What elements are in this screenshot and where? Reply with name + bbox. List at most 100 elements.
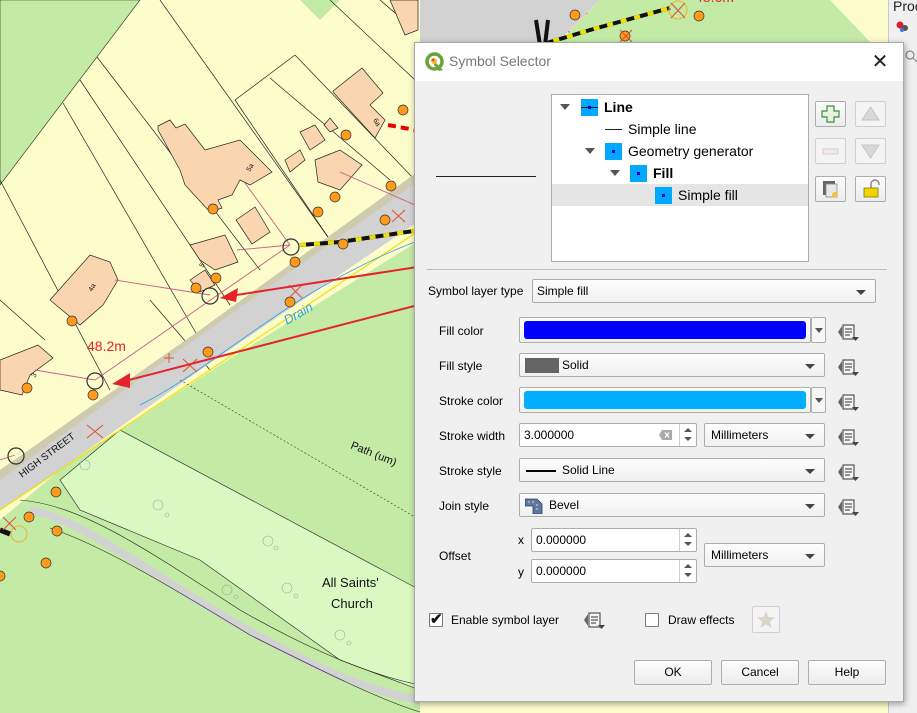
stroke-style-value: Solid Line <box>562 463 615 477</box>
stroke-width-value: 3.000000 <box>524 428 575 442</box>
data-defined-override-icon[interactable] <box>835 356 861 378</box>
offset-unit-select[interactable]: Millimeters <box>704 543 825 567</box>
tree-item-line[interactable]: Line <box>552 96 808 118</box>
tree-item-simple-fill[interactable]: Simple fill <box>552 184 808 206</box>
chevron-down-icon <box>815 328 823 333</box>
checkmark-icon: ✔ <box>430 611 443 628</box>
join-style-label: Join style <box>439 499 490 513</box>
lock-color-button[interactable] <box>855 176 886 202</box>
distance-label-top: 48.6m <box>695 0 734 5</box>
offset-x-value: 0.000000 <box>536 533 587 547</box>
move-down-button[interactable] <box>855 138 886 164</box>
data-defined-override-icon[interactable] <box>581 609 607 631</box>
spin-buttons[interactable] <box>679 529 696 551</box>
draw-effects-label[interactable]: Draw effects <box>668 613 734 627</box>
fill-color-menu-button[interactable] <box>811 317 826 343</box>
simple-fill-icon <box>655 187 672 204</box>
spin-down-icon[interactable] <box>684 437 692 441</box>
data-defined-override-icon[interactable] <box>835 391 861 413</box>
fill-symbol-icon <box>630 165 647 182</box>
arrow-down-icon <box>861 144 880 159</box>
spin-up-icon[interactable] <box>684 428 692 432</box>
processing-gear-icon[interactable] <box>895 20 909 32</box>
enable-symbol-layer-checkbox[interactable]: ✔ <box>429 611 443 628</box>
arrow-up-icon <box>861 106 880 121</box>
tree-item-label: Simple fill <box>678 187 738 203</box>
cancel-button[interactable]: Cancel <box>721 660 799 685</box>
tree-item-label: Line <box>604 99 633 115</box>
offset-unit-value: Millimeters <box>711 548 769 562</box>
join-style-value: Bevel <box>549 498 580 512</box>
join-style-select[interactable]: Bevel <box>519 493 825 517</box>
dialog-titlebar[interactable]: Symbol Selector ✕ <box>415 43 903 81</box>
chevron-down-icon <box>805 554 815 559</box>
duplicate-icon <box>823 181 838 198</box>
data-defined-override-icon[interactable] <box>835 461 861 483</box>
fill-style-swatch <box>525 358 559 373</box>
enable-symbol-layer-label[interactable]: Enable symbol layer <box>451 613 559 627</box>
expand-arrow-icon[interactable] <box>610 170 620 176</box>
tree-item-geometry-generator[interactable]: Geometry generator <box>552 140 808 162</box>
chevron-down-icon <box>805 364 815 369</box>
symbol-layer-type-select[interactable]: Simple fill <box>532 279 876 303</box>
symbol-layer-tree[interactable]: Line Simple line Geometry generator Fill… <box>551 94 809 262</box>
distance-label: 48.2m <box>87 338 126 354</box>
stroke-width-unit-value: Millimeters <box>711 428 769 442</box>
stroke-width-input[interactable]: 3.000000 <box>519 423 697 447</box>
stroke-width-unit-select[interactable]: Millimeters <box>704 423 825 447</box>
tree-item-label: Fill <box>653 165 674 181</box>
stroke-color-menu-button[interactable] <box>811 387 826 413</box>
draw-effects-checkbox[interactable] <box>645 613 659 627</box>
stroke-color-label: Stroke color <box>439 394 504 408</box>
tree-item-fill[interactable]: Fill <box>552 162 808 184</box>
stroke-color-button[interactable] <box>519 387 811 413</box>
offset-x-label: x <box>518 533 524 547</box>
stroke-color-swatch <box>524 391 806 409</box>
data-defined-override-icon[interactable] <box>835 496 861 518</box>
fill-color-button[interactable] <box>519 317 811 343</box>
qgis-logo-icon <box>425 52 444 71</box>
close-icon: ✕ <box>871 51 889 73</box>
tree-item-simple-line[interactable]: Simple line <box>552 118 808 140</box>
simple-line-icon <box>605 129 622 130</box>
stroke-style-label: Stroke style <box>439 464 502 478</box>
offset-x-input[interactable]: 0.000000 <box>531 528 697 552</box>
spin-buttons[interactable] <box>679 560 696 582</box>
spin-up-icon[interactable] <box>684 533 692 537</box>
geometry-generator-icon <box>605 143 622 160</box>
offset-y-input[interactable]: 0.000000 <box>531 559 697 583</box>
expand-arrow-icon[interactable] <box>585 148 595 154</box>
stroke-style-select[interactable]: Solid Line <box>519 458 825 482</box>
fill-style-select[interactable]: Solid <box>519 353 825 377</box>
data-defined-override-icon[interactable] <box>835 426 861 448</box>
offset-y-value: 0.000000 <box>536 564 587 578</box>
spin-down-icon[interactable] <box>684 542 692 546</box>
expand-arrow-icon[interactable] <box>560 104 570 110</box>
fill-style-label: Fill style <box>439 359 483 373</box>
duplicate-symbol-layer-button[interactable] <box>815 176 846 202</box>
search-icon[interactable] <box>905 50 917 64</box>
data-defined-override-icon[interactable] <box>835 321 861 343</box>
chevron-down-icon <box>805 504 815 509</box>
move-up-button[interactable] <box>855 101 886 127</box>
spin-down-icon[interactable] <box>684 573 692 577</box>
line-symbol-icon <box>581 99 598 116</box>
ok-button[interactable]: OK <box>634 660 712 685</box>
church-label-line1: All Saints' <box>322 575 379 590</box>
spin-up-icon[interactable] <box>684 564 692 568</box>
minus-icon <box>822 148 839 155</box>
customize-effects-button[interactable] <box>752 606 780 633</box>
offset-y-label: y <box>518 565 524 579</box>
symbol-preview <box>436 176 536 177</box>
clear-icon[interactable] <box>659 430 672 440</box>
stroke-width-label: Stroke width <box>439 429 506 443</box>
remove-symbol-layer-button[interactable] <box>815 138 846 164</box>
fill-color-label: Fill color <box>439 324 484 338</box>
help-button[interactable]: Help <box>808 660 886 685</box>
processing-panel-title: Processing <box>893 0 917 14</box>
solid-line-icon <box>526 470 556 472</box>
close-button[interactable]: ✕ <box>867 49 893 75</box>
add-symbol-layer-button[interactable] <box>815 101 846 127</box>
fill-style-value: Solid <box>562 358 589 372</box>
spin-buttons[interactable] <box>679 424 696 446</box>
